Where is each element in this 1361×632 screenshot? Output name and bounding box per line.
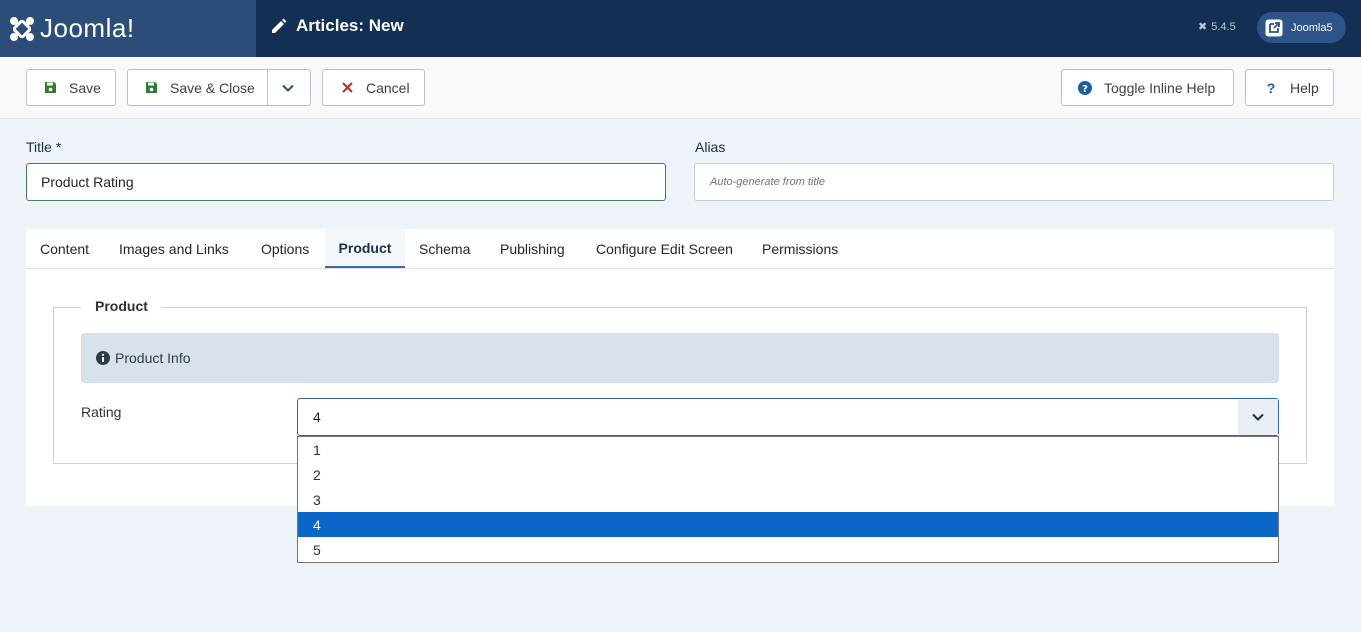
tab-product[interactable]: Product xyxy=(325,229,405,268)
cancel-button[interactable]: Cancel xyxy=(322,69,425,106)
version-text: 5.4.5 xyxy=(1211,20,1236,33)
tab-content[interactable]: Content xyxy=(40,229,89,268)
product-info-text: Product Info xyxy=(115,350,191,366)
external-link-icon xyxy=(1265,19,1283,36)
tab-schema[interactable]: Schema xyxy=(419,229,470,268)
user-label: Joomla5 xyxy=(1291,21,1333,34)
info-circle-icon xyxy=(96,351,110,365)
save-icon xyxy=(43,81,57,95)
rating-option-4[interactable]: 4 xyxy=(298,512,1278,537)
product-info-alert: Product Info xyxy=(81,333,1279,383)
title-input[interactable]: Product Rating xyxy=(26,163,666,201)
rating-option-3[interactable]: 3 xyxy=(298,487,1278,512)
alias-input[interactable]: Auto-generate from title xyxy=(694,163,1334,201)
rating-option-1[interactable]: 1 xyxy=(298,437,1278,462)
joomla-small-icon: ✖ xyxy=(1198,21,1208,33)
question-icon: ? xyxy=(1266,79,1276,96)
tab-configure-edit-screen[interactable]: Configure Edit Screen xyxy=(596,229,733,268)
page-title: Articles: New xyxy=(270,16,404,36)
save-button[interactable]: Save xyxy=(26,69,116,106)
title-label: Title * xyxy=(26,139,62,155)
help-label: Help xyxy=(1290,79,1319,96)
alias-label: Alias xyxy=(695,139,726,155)
close-icon xyxy=(340,81,354,95)
tab-publishing[interactable]: Publishing xyxy=(500,229,565,268)
rating-dropdown-list: 1 2 3 4 5 xyxy=(297,436,1279,563)
logo-text: Joomla! xyxy=(40,13,135,43)
rating-select[interactable]: 4 xyxy=(297,398,1279,436)
rating-select-value: 4 xyxy=(313,409,321,425)
rating-option-2[interactable]: 2 xyxy=(298,462,1278,487)
tab-permissions[interactable]: Permissions xyxy=(762,229,838,268)
rating-option-5[interactable]: 5 xyxy=(298,537,1278,562)
toggle-help-label: Toggle Inline Help xyxy=(1104,79,1216,96)
page-title-text: Articles: New xyxy=(296,16,404,35)
save-close-button[interactable]: Save & Close xyxy=(127,69,311,106)
save-icon xyxy=(144,81,158,95)
help-button[interactable]: ? Help xyxy=(1245,69,1334,106)
cancel-label: Cancel xyxy=(366,79,410,96)
product-legend: Product xyxy=(81,298,162,314)
tab-options[interactable]: Options xyxy=(261,229,309,268)
svg-text:?: ? xyxy=(1082,84,1088,95)
user-menu-button[interactable]: Joomla5 xyxy=(1257,12,1346,43)
pencil-icon xyxy=(272,18,287,33)
toolbar: Save Save & Close Cancel ? Toggle Inline… xyxy=(0,57,1361,119)
split-divider xyxy=(267,70,268,105)
chevron-down-icon[interactable] xyxy=(281,81,295,95)
chevron-down-icon[interactable] xyxy=(1238,399,1278,435)
tab-bar: Content Images and Links Options Product… xyxy=(26,229,1334,269)
question-circle-icon: ? xyxy=(1078,80,1092,95)
tab-images-and-links[interactable]: Images and Links xyxy=(119,229,229,268)
save-label: Save xyxy=(69,79,101,96)
save-close-label: Save & Close xyxy=(170,79,255,96)
toggle-inline-help-button[interactable]: ? Toggle Inline Help xyxy=(1061,69,1234,106)
joomla-logo-icon xyxy=(10,16,34,41)
version-label: ✖ 5.4.5 xyxy=(1198,20,1236,34)
top-header: Joomla! Articles: New ✖ 5.4.5 Joomla5 xyxy=(0,0,1361,57)
logo[interactable]: Joomla! xyxy=(0,0,256,57)
rating-label: Rating xyxy=(81,404,122,420)
